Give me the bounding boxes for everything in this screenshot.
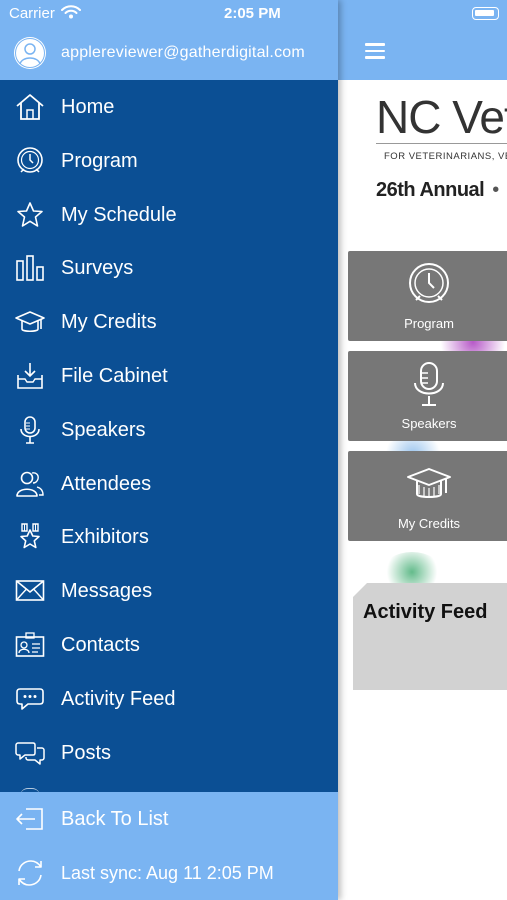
hamburger-menu-icon[interactable]	[365, 43, 385, 59]
menu-item-exhibitors[interactable]: Exhibitors	[0, 510, 338, 564]
download-tray-icon	[17, 362, 43, 389]
banner-dot: •	[492, 179, 499, 201]
tile-label: My Credits	[397, 516, 461, 531]
menu-item-speakers[interactable]: Speakers	[0, 403, 338, 457]
contact-card-icon	[15, 632, 45, 657]
home-icon	[16, 94, 44, 120]
activity-feed-title: Activity Feed	[363, 601, 488, 623]
clock-icon	[17, 146, 43, 173]
tile-label: Program	[404, 316, 454, 331]
status-time: 2:05 PM	[224, 5, 281, 22]
menu-item-label: My Schedule	[61, 203, 177, 226]
microphone-icon	[414, 362, 444, 406]
menu-item-posts[interactable]: Posts	[0, 726, 338, 780]
menu-item-label: Speakers	[61, 418, 146, 441]
graduation-cap-icon	[15, 311, 45, 333]
exit-icon	[16, 808, 43, 830]
back-to-list-label: Back To List	[61, 808, 169, 830]
drawer-header: Carrier 2:05 PM applereviewer@gatherdigi…	[0, 0, 338, 80]
main-content: NC Veterinary FOR VETERINARIANS, VE 26th…	[338, 0, 507, 900]
side-drawer: Carrier 2:05 PM applereviewer@gatherdigi…	[0, 0, 338, 900]
bar-chart-icon	[16, 255, 44, 282]
last-sync-label: Last sync: Aug 11 2:05 PM	[61, 863, 274, 883]
menu-item-program[interactable]: Program	[0, 134, 338, 188]
speech-bubble-icon	[16, 687, 44, 710]
tile-speakers[interactable]: Speakers	[348, 351, 507, 441]
banner-title: NC Veterinary	[376, 91, 507, 143]
chat-bubbles-icon	[15, 741, 45, 765]
wifi-icon	[61, 5, 81, 19]
menu-item-label: File Cabinet	[61, 364, 168, 387]
menu-item-attendees[interactable]: Attendees	[0, 457, 338, 511]
menu-item-file-cabinet[interactable]: File Cabinet	[0, 349, 338, 403]
tile-my-credits[interactable]: My Credits	[348, 451, 507, 541]
avatar-icon[interactable]	[13, 36, 47, 70]
tile-program[interactable]: Program	[348, 251, 507, 341]
sync-icon	[18, 860, 42, 886]
menu-item-label: Attendees	[61, 472, 152, 495]
menu-item-messages[interactable]: Messages	[0, 564, 338, 618]
drawer-footer: Back To List Last sync: Aug 11 2:05 PM	[0, 792, 338, 900]
menu-item-label: Home	[61, 96, 115, 118]
carrier-label: Carrier	[9, 5, 55, 22]
badge-star-icon	[20, 523, 40, 549]
graduation-cap-icon	[407, 468, 451, 498]
card-fold	[353, 583, 367, 597]
activity-feed-card[interactable]: Activity Feed	[353, 583, 507, 690]
banner-divider	[376, 143, 507, 144]
banner-subtitle: FOR VETERINARIANS, VE	[384, 151, 507, 162]
envelope-icon	[15, 580, 45, 601]
menu-item-label: My Credits	[61, 311, 157, 334]
menu-item-label: Program	[61, 149, 138, 172]
menu-item-my-credits[interactable]: My Credits	[0, 295, 338, 349]
menu-item-label: Activity Feed	[61, 687, 176, 710]
menu-item-surveys[interactable]: Surveys	[0, 241, 338, 295]
menu-item-label: Surveys	[61, 257, 134, 280]
menu-item-label: Posts	[61, 741, 112, 764]
user-email[interactable]: applereviewer@gatherdigital.com	[61, 44, 305, 62]
menu-item-home[interactable]: Home	[0, 80, 338, 134]
menu-item-label: Messages	[61, 580, 153, 603]
people-icon	[16, 471, 44, 497]
banner-edition: 26th Annual	[376, 179, 485, 201]
clock-icon	[409, 263, 449, 303]
star-icon	[17, 201, 43, 227]
battery-icon	[472, 7, 499, 20]
tile-label: Speakers	[401, 416, 457, 431]
menu-item-label: Contacts	[61, 633, 140, 656]
sync-button[interactable]: Last sync: Aug 11 2:05 PM	[0, 846, 338, 900]
menu-item-contacts[interactable]: Contacts	[0, 618, 338, 672]
back-to-list-button[interactable]: Back To List	[0, 792, 338, 846]
menu-item-activity-feed[interactable]: Activity Feed	[0, 672, 338, 726]
banner-edition-line: 26th Annual•#	[376, 179, 507, 202]
drawer-menu: Home Program My Schedule Surveys My Cred…	[0, 80, 338, 779]
main-top-bar	[338, 0, 507, 80]
microphone-icon	[20, 415, 40, 444]
menu-item-my-schedule[interactable]: My Schedule	[0, 188, 338, 242]
menu-item-label: Exhibitors	[61, 526, 149, 549]
